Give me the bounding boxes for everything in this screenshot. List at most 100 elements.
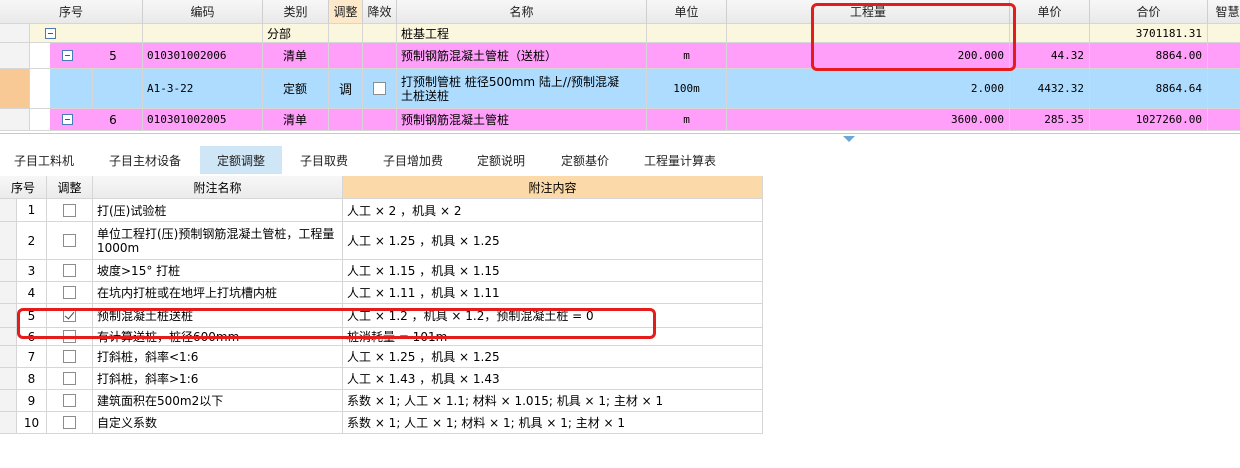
cell-note-name: 坡度>15° 打桩	[93, 260, 343, 282]
cell-adjust	[47, 328, 93, 346]
cell-adjust	[47, 199, 93, 222]
adjust-grid-header: 序号 调整 附注名称 附注内容	[0, 176, 763, 199]
col-header-quantity[interactable]: 工程量	[727, 0, 1010, 24]
cell-note-content[interactable]: 人工 × 1.11 ，机具 × 1.11	[343, 282, 763, 304]
detail-tabs: 子目工料机 子目主材设备 定额调整 子目取费 子目增加费 定额说明 定额基价 工…	[0, 146, 1240, 174]
cell-note-content[interactable]: 人工 × 1.25 ，机具 × 1.25	[343, 222, 763, 260]
col-header-reduce[interactable]: 降效	[363, 0, 397, 24]
row-indicator	[0, 390, 17, 412]
adjust-row[interactable]: 8 打斜桩，斜率>1:6 人工 × 1.43 ，机具 × 1.43	[0, 368, 763, 390]
adjust-checkbox[interactable]	[63, 309, 76, 322]
cell-note-content[interactable]: 人工 × 1.2 ，机具 × 1.2，预制混凝土桩 = 0	[343, 304, 763, 328]
cell-note-content[interactable]: 人工 × 1.25 ，机具 × 1.25	[343, 346, 763, 368]
col-header-unit[interactable]: 单位	[647, 0, 727, 24]
adjust-row[interactable]: 5 预制混凝土桩送桩 人工 × 1.2 ，机具 × 1.2，预制混凝土桩 = 0	[0, 304, 763, 328]
cell-unit: 100m	[647, 69, 727, 109]
tab-quota-base-price[interactable]: 定额基价	[548, 146, 622, 174]
col-header-category[interactable]: 类别	[263, 0, 329, 24]
adjust-checkbox[interactable]	[63, 416, 76, 429]
adjust-checkbox[interactable]	[63, 264, 76, 277]
cell-name: 预制钢筋混凝土管桩（送桩）	[397, 43, 647, 69]
adjust-row[interactable]: 6 有计算送桩，桩径600mm 桩消耗量 = 101m	[0, 328, 763, 346]
cell-smart	[1208, 24, 1240, 43]
cell-note-name: 有计算送桩，桩径600mm	[93, 328, 343, 346]
grid-row-qingdan[interactable]: 5 010301002006 清单 预制钢筋混凝土管桩（送桩） m 200.00…	[0, 43, 1240, 69]
cell-code: 010301002006	[143, 43, 263, 69]
cell-note-content[interactable]: 人工 × 2 ，机具 × 2	[343, 199, 763, 222]
tab-quantity-calc[interactable]: 工程量计算表	[634, 146, 726, 174]
col-header-seq[interactable]: 序号	[0, 176, 47, 199]
adjust-row[interactable]: 3 坡度>15° 打桩 人工 × 1.15 ，机具 × 1.15	[0, 260, 763, 282]
cell-category: 分部	[263, 24, 329, 43]
cell-note-content[interactable]: 系数 × 1; 人工 × 1; 材料 × 1; 机具 × 1; 主材 × 1	[343, 412, 763, 434]
adjust-checkbox[interactable]	[63, 394, 76, 407]
tree-spacer	[30, 109, 50, 131]
cell-seq	[70, 24, 143, 43]
reduce-checkbox[interactable]	[373, 82, 386, 95]
tree-spacer	[30, 69, 50, 109]
col-header-name[interactable]: 名称	[397, 0, 647, 24]
cell-reduce	[363, 69, 397, 109]
grid-header-row: 序号 编码 类别 调整 降效 名称 单位 工程量 单价 合价 智慧	[0, 0, 1240, 24]
adjust-checkbox[interactable]	[63, 234, 76, 247]
cell-quantity[interactable]: 200.000	[727, 43, 1010, 69]
col-header-adjust[interactable]: 调整	[47, 176, 93, 199]
cell-adjust	[329, 43, 363, 69]
splitter-arrow-icon[interactable]	[843, 136, 855, 142]
col-header-unit-price[interactable]: 单价	[1010, 0, 1090, 24]
adjust-row[interactable]: 10 自定义系数 系数 × 1; 人工 × 1; 材料 × 1; 机具 × 1; 主…	[0, 412, 763, 434]
col-header-note-content[interactable]: 附注内容	[343, 176, 763, 199]
adjust-row[interactable]: 1 打(压)试验桩 人工 × 2 ，机具 × 2	[0, 199, 763, 222]
grid-row-fenbu[interactable]: 分部 桩基工程 3701181.31	[0, 24, 1240, 43]
tree-collapse-icon[interactable]	[61, 50, 73, 61]
col-header-seq[interactable]: 序号	[0, 0, 143, 24]
cell-quantity	[727, 24, 1010, 43]
grid-row-dinge[interactable]: A1-3-22 定额 调 打预制管桩 桩径500mm 陆上//预制混凝土桩送桩 …	[0, 69, 1240, 109]
cell-seq: 9	[17, 390, 47, 412]
cell-category: 定额	[263, 69, 329, 109]
cell-note-content[interactable]: 系数 × 1; 人工 × 1.1; 材料 × 1.015; 机具 × 1; 主材…	[343, 390, 763, 412]
cell-category: 清单	[263, 43, 329, 69]
adjust-checkbox[interactable]	[63, 350, 76, 363]
adjust-checkbox[interactable]	[63, 286, 76, 299]
adjust-row[interactable]: 7 打斜桩，斜率<1:6 人工 × 1.25 ，机具 × 1.25	[0, 346, 763, 368]
cell-reduce	[363, 109, 397, 131]
cell-note-content[interactable]: 人工 × 1.43 ，机具 × 1.43	[343, 368, 763, 390]
cell-quantity[interactable]: 3600.000	[727, 109, 1010, 131]
col-header-smart[interactable]: 智慧	[1208, 0, 1240, 24]
adjust-checkbox[interactable]	[63, 203, 76, 217]
tab-quota-description[interactable]: 定额说明	[464, 146, 538, 174]
tab-main-material-equipment[interactable]: 子目主材设备	[95, 146, 195, 174]
tab-fee[interactable]: 子目取费	[288, 146, 360, 174]
cell-unit-price	[1010, 24, 1090, 43]
tab-quota-adjust[interactable]: 定额调整	[200, 146, 282, 174]
cell-name: 打预制管桩 桩径500mm 陆上//预制混凝土桩送桩	[397, 69, 647, 109]
col-header-adjust[interactable]: 调整	[329, 0, 363, 24]
cell-note-content[interactable]: 人工 × 1.15 ，机具 × 1.15	[343, 260, 763, 282]
cell-seq: 4	[17, 282, 47, 304]
cell-quantity[interactable]: 2.000	[727, 69, 1010, 109]
col-header-code[interactable]: 编码	[143, 0, 263, 24]
cell-adjust	[47, 222, 93, 260]
adjust-checkbox[interactable]	[63, 372, 76, 385]
col-header-total[interactable]: 合价	[1090, 0, 1208, 24]
adjust-row[interactable]: 4 在坑内打桩或在地坪上打坑槽内桩 人工 × 1.11 ，机具 × 1.11	[0, 282, 763, 304]
tree-collapse-icon[interactable]	[61, 114, 73, 125]
col-header-note-name[interactable]: 附注名称	[93, 176, 343, 199]
cell-seq: 6	[84, 109, 143, 131]
tree-cell	[50, 109, 84, 131]
tab-labor-material-machine[interactable]: 子目工料机	[0, 146, 88, 174]
tree-collapse-icon[interactable]	[44, 27, 56, 39]
cell-unit-price: 285.35	[1010, 109, 1090, 131]
adjust-checkbox[interactable]	[63, 330, 76, 343]
adjust-row[interactable]: 9 建筑面积在500m2以下 系数 × 1; 人工 × 1.1; 材料 × 1.01…	[0, 390, 763, 412]
cell-seq: 8	[17, 368, 47, 390]
adjust-row[interactable]: 2 单位工程打(压)预制钢筋混凝土管桩，工程量1000m 人工 × 1.25 ，机具…	[0, 222, 763, 260]
grid-row-qingdan[interactable]: 6 010301002005 清单 预制钢筋混凝土管桩 m 3600.000 2…	[0, 109, 1240, 131]
row-indicator	[0, 24, 30, 43]
tree-spacer	[30, 43, 50, 69]
cell-note-name: 单位工程打(压)预制钢筋混凝土管桩，工程量1000m	[93, 222, 343, 260]
cell-unit-price: 4432.32	[1010, 69, 1090, 109]
tab-additional-fee[interactable]: 子目增加费	[370, 146, 456, 174]
cell-note-content[interactable]: 桩消耗量 = 101m	[343, 328, 763, 346]
